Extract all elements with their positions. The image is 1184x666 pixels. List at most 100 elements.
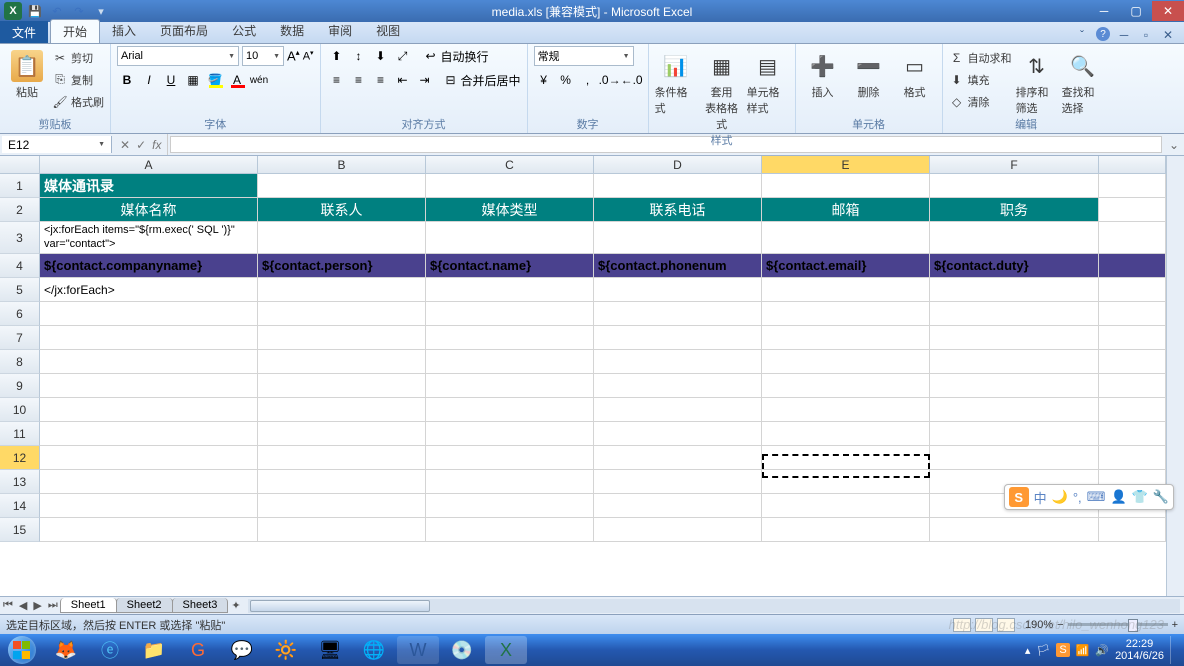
cell-E2[interactable]: 邮箱: [762, 198, 930, 222]
align-top-icon[interactable]: ⬆: [327, 46, 347, 66]
align-left-icon[interactable]: ≡: [327, 70, 347, 90]
cell-A12[interactable]: [40, 446, 258, 470]
cell-C7[interactable]: [426, 326, 594, 350]
phonetic-button[interactable]: wén: [249, 70, 269, 90]
cell-D7[interactable]: [594, 326, 762, 350]
col-header-E[interactable]: E: [762, 156, 930, 173]
cell-F3[interactable]: [930, 222, 1099, 254]
horizontal-scrollbar[interactable]: [248, 599, 1180, 613]
cell-E6[interactable]: [762, 302, 930, 326]
cell-B5[interactable]: [258, 278, 426, 302]
cell-E13[interactable]: [762, 470, 930, 494]
align-center-icon[interactable]: ≡: [349, 70, 369, 90]
sort-filter-button[interactable]: ⇅排序和筛选: [1016, 46, 1058, 116]
row-header-12[interactable]: 12: [0, 446, 40, 470]
align-middle-icon[interactable]: ↕: [349, 46, 369, 66]
taskbar-app5-icon[interactable]: 💿: [441, 636, 483, 664]
taskbar-app1-icon[interactable]: G: [177, 636, 219, 664]
col-header-A[interactable]: A: [40, 156, 258, 173]
number-format-select[interactable]: 常规▼: [534, 46, 634, 66]
workbook-minimize-icon[interactable]: ─: [1116, 27, 1132, 43]
taskbar-word-icon[interactable]: W: [397, 636, 439, 664]
row-header-13[interactable]: 13: [0, 470, 40, 494]
insert-cells-button[interactable]: ➕插入: [802, 46, 844, 100]
minimize-button[interactable]: ─: [1088, 1, 1120, 21]
sheet-nav-first-icon[interactable]: ⏮: [0, 599, 16, 612]
cell-E15[interactable]: [762, 518, 930, 542]
ime-moon-icon[interactable]: 🌙: [1052, 489, 1068, 505]
font-size-select[interactable]: 10▼: [242, 46, 284, 66]
row-header-6[interactable]: 6: [0, 302, 40, 326]
cell-A14[interactable]: [40, 494, 258, 518]
taskbar-excel-icon[interactable]: X: [485, 636, 527, 664]
autosum-button[interactable]: Σ自动求和: [949, 48, 1012, 67]
font-color-button[interactable]: A: [227, 70, 247, 90]
cell-E3[interactable]: [762, 222, 930, 254]
cell-B3[interactable]: [258, 222, 426, 254]
table-format-button[interactable]: ▦套用 表格格式: [701, 46, 743, 132]
cell-A4[interactable]: ${contact.companyname}: [40, 254, 258, 278]
sheet-tab-0[interactable]: Sheet1: [60, 598, 117, 613]
orientation-icon[interactable]: ⤢: [393, 46, 413, 66]
cell-F5[interactable]: [930, 278, 1099, 302]
expand-formula-icon[interactable]: ⌄: [1164, 134, 1184, 155]
cell-D5[interactable]: [594, 278, 762, 302]
align-right-icon[interactable]: ≡: [371, 70, 391, 90]
cell-A1[interactable]: 媒体通讯录: [40, 174, 258, 198]
cell-E10[interactable]: [762, 398, 930, 422]
cell-C9[interactable]: [426, 374, 594, 398]
cell-C6[interactable]: [426, 302, 594, 326]
cell-F12[interactable]: [930, 446, 1099, 470]
cancel-formula-icon[interactable]: ✕: [120, 138, 130, 152]
cell-B6[interactable]: [258, 302, 426, 326]
cell-B15[interactable]: [258, 518, 426, 542]
ribbon-tab-4[interactable]: 数据: [268, 19, 316, 43]
cell-B12[interactable]: [258, 446, 426, 470]
cell-F10[interactable]: [930, 398, 1099, 422]
cell-A7[interactable]: [40, 326, 258, 350]
decrease-decimal-icon[interactable]: ←.0: [622, 70, 642, 90]
cell-E8[interactable]: [762, 350, 930, 374]
wrap-text-button[interactable]: 自动换行: [441, 48, 489, 65]
row-header-3[interactable]: 3: [0, 222, 40, 254]
row-header-4[interactable]: 4: [0, 254, 40, 278]
row-header-1[interactable]: 1: [0, 174, 40, 198]
vertical-scrollbar[interactable]: [1166, 156, 1184, 596]
indent-increase-icon[interactable]: ⇥: [415, 70, 435, 90]
cell-D14[interactable]: [594, 494, 762, 518]
cell-C5[interactable]: [426, 278, 594, 302]
tray-volume-icon[interactable]: 🔊: [1095, 644, 1109, 657]
ime-lang[interactable]: 中: [1034, 488, 1047, 507]
cell-B2[interactable]: 联系人: [258, 198, 426, 222]
ime-user-icon[interactable]: 👤: [1110, 489, 1126, 505]
sheet-nav-next-icon[interactable]: ▶: [30, 599, 44, 612]
undo-icon[interactable]: ↶: [48, 2, 66, 20]
cell-F15[interactable]: [930, 518, 1099, 542]
clock[interactable]: 22:29 2014/6/26: [1115, 638, 1164, 662]
format-cells-button[interactable]: ▭格式: [894, 46, 936, 100]
col-header-D[interactable]: D: [594, 156, 762, 173]
ribbon-tab-6[interactable]: 视图: [364, 19, 412, 43]
tray-expand-icon[interactable]: ▴: [1025, 644, 1031, 657]
cell-B7[interactable]: [258, 326, 426, 350]
cell-F2[interactable]: 职务: [930, 198, 1099, 222]
row-header-5[interactable]: 5: [0, 278, 40, 302]
cell-D10[interactable]: [594, 398, 762, 422]
row-header-9[interactable]: 9: [0, 374, 40, 398]
copy-button[interactable]: ⎘复制: [52, 70, 104, 89]
cell-C4[interactable]: ${contact.name}: [426, 254, 594, 278]
sheet-tab-2[interactable]: Sheet3: [172, 598, 229, 613]
bold-button[interactable]: B: [117, 70, 137, 90]
name-box[interactable]: E12▼: [2, 136, 112, 153]
cell-C8[interactable]: [426, 350, 594, 374]
cell-E7[interactable]: [762, 326, 930, 350]
ribbon-tab-0[interactable]: 开始: [50, 19, 100, 43]
increase-font-icon[interactable]: A▴: [287, 48, 300, 63]
cell-D2[interactable]: 联系电话: [594, 198, 762, 222]
cell-F8[interactable]: [930, 350, 1099, 374]
cell-F6[interactable]: [930, 302, 1099, 326]
cell-C2[interactable]: 媒体类型: [426, 198, 594, 222]
cell-E14[interactable]: [762, 494, 930, 518]
sogou-icon[interactable]: S: [1009, 487, 1029, 507]
row-header-7[interactable]: 7: [0, 326, 40, 350]
